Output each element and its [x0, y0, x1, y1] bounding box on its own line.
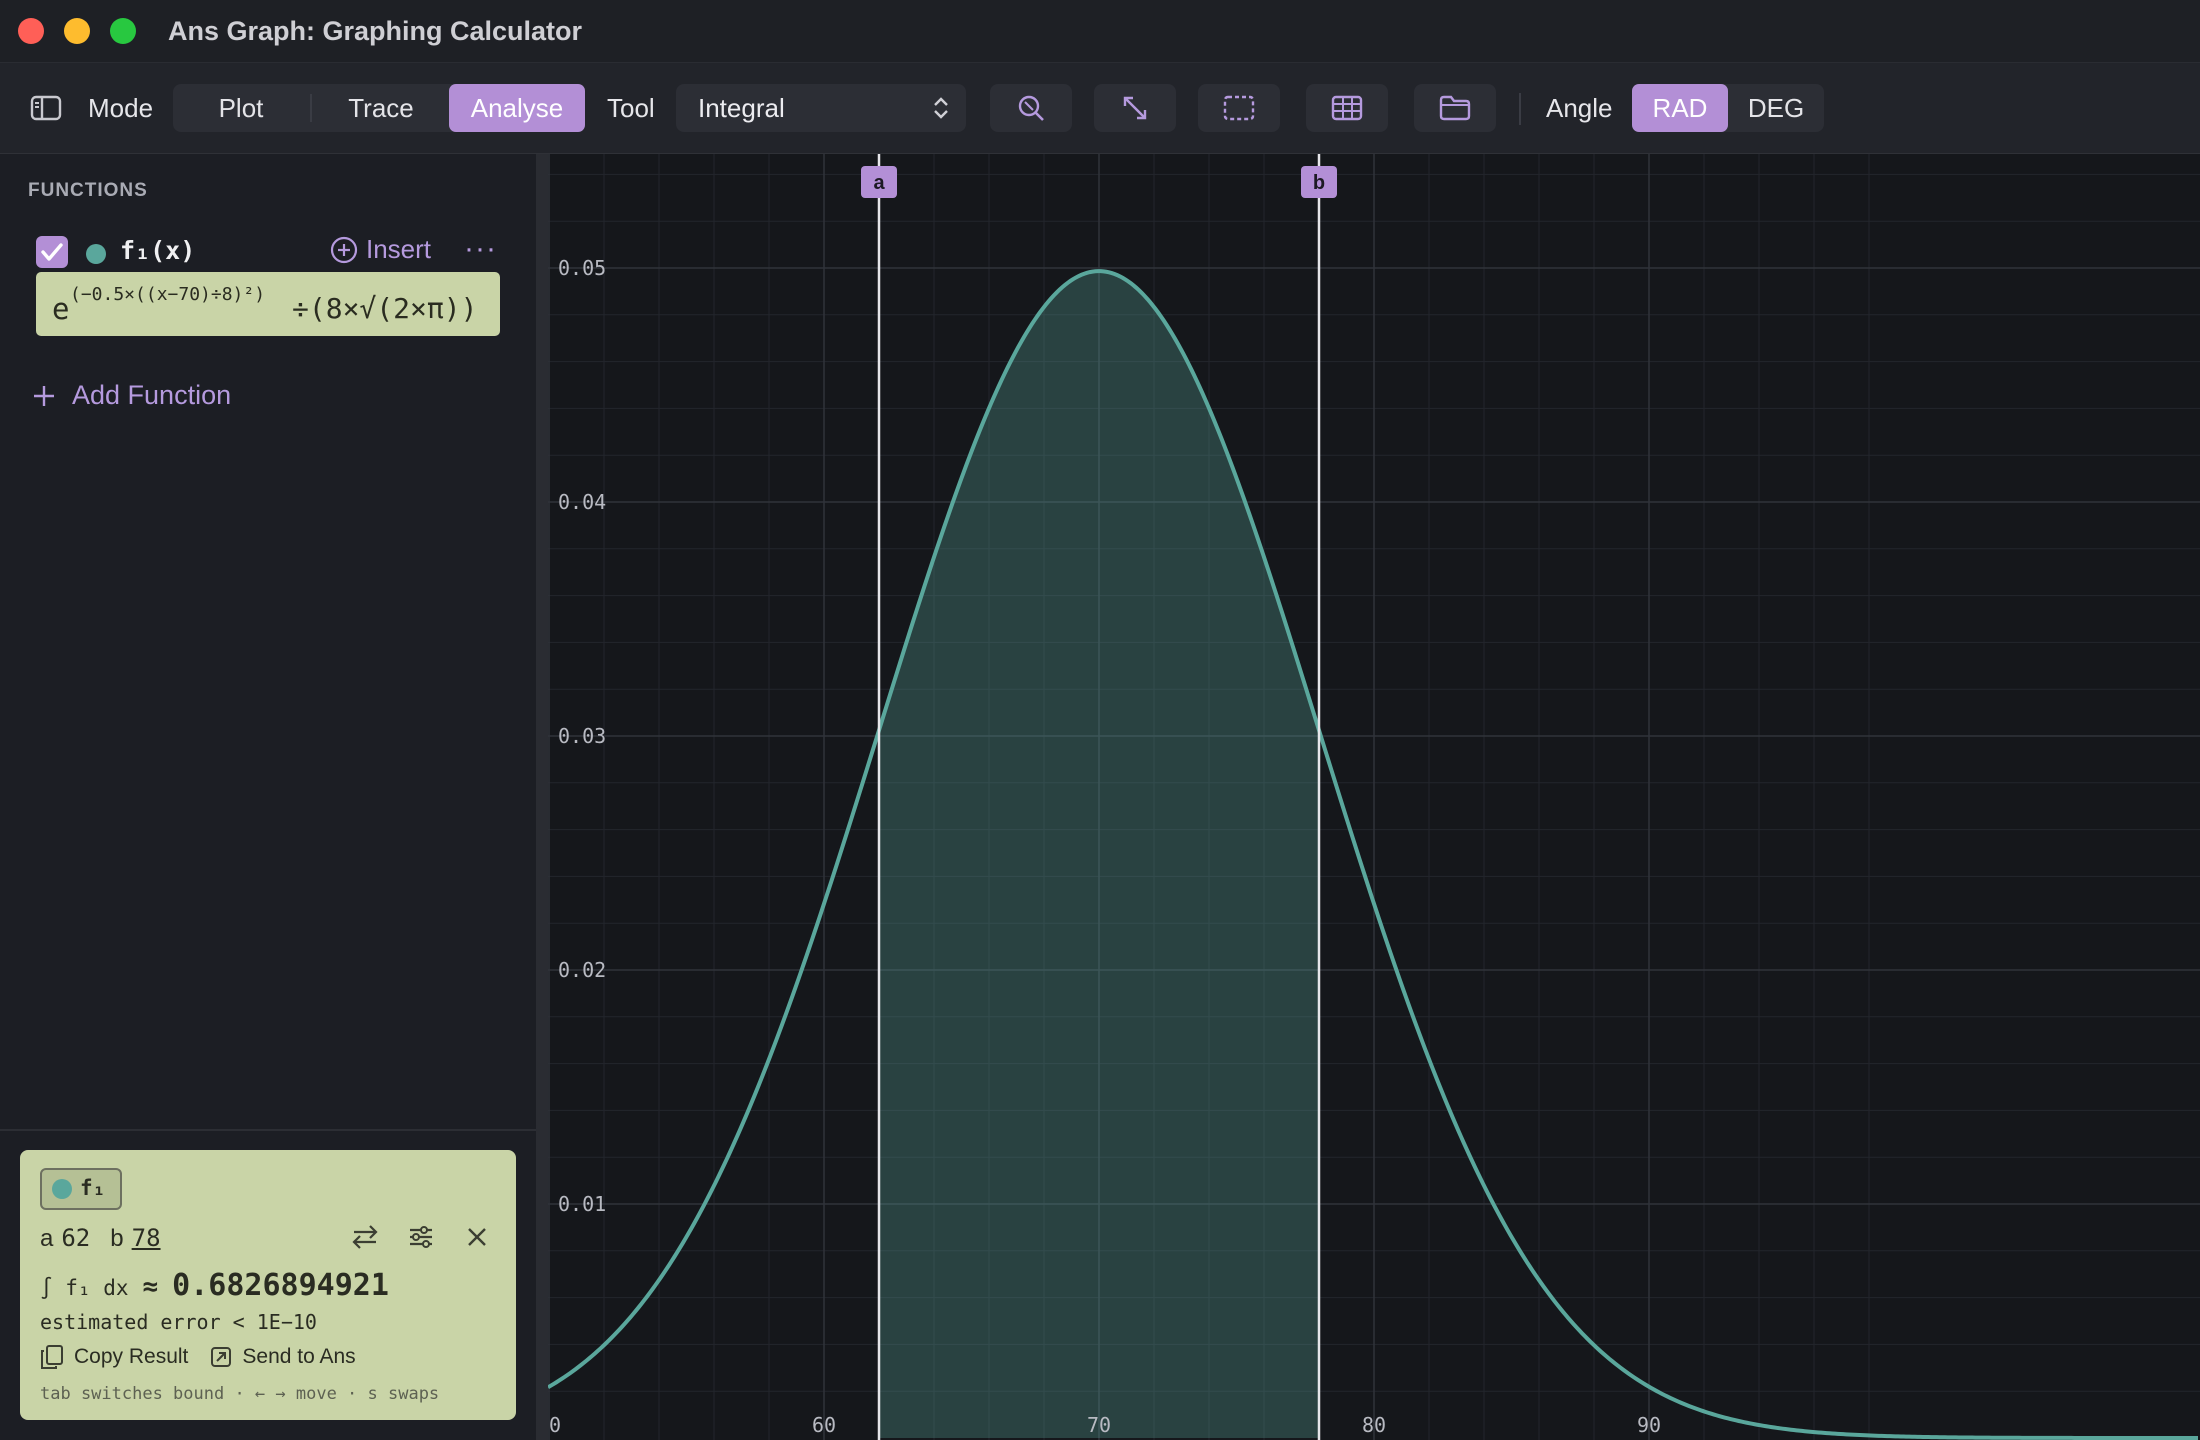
bound-label-b: b	[1313, 172, 1325, 194]
app-window: Ans Graph: Graphing Calculator Mode Plot…	[0, 0, 2200, 1440]
b-label: b	[110, 1225, 124, 1252]
toolbar-divider	[1519, 93, 1521, 125]
send-to-ans-button[interactable]: Send to Ans	[210, 1345, 356, 1369]
functions-heading: FUNCTIONS	[28, 180, 148, 201]
y-tick-label: 0.02	[558, 958, 606, 982]
tool-label: Tool	[607, 92, 655, 123]
sidebar-divider-line	[0, 1129, 536, 1131]
send-arrow-icon	[211, 1347, 232, 1367]
fit-view-button[interactable]	[1094, 84, 1176, 132]
copy-result-button[interactable]: Copy Result	[40, 1344, 188, 1370]
integral-shaded-area	[879, 271, 1319, 1439]
mode-analyse-button[interactable]: Analyse	[449, 84, 585, 132]
insert-button[interactable]: Insert	[330, 234, 431, 265]
expression-exponent: (−0.5×((x−70)÷8)²)	[70, 284, 266, 305]
bounds-row: a 62 b 78	[40, 1224, 161, 1253]
a-value[interactable]: 62	[61, 1224, 90, 1252]
integral-label: ∫ f₁ dx	[40, 1276, 129, 1300]
y-tick-label: 0.05	[558, 256, 606, 280]
close-window-button[interactable]	[18, 18, 44, 44]
result-actions: Copy Result Send to Ans	[40, 1344, 356, 1370]
swap-icon[interactable]	[350, 1222, 380, 1252]
function-chip-label: f₁	[80, 1176, 106, 1200]
a-label: a	[40, 1225, 54, 1252]
mode-segmented-control: Plot Trace Analyse	[173, 84, 585, 132]
title-bar: Ans Graph: Graphing Calculator	[0, 0, 2200, 63]
close-icon[interactable]	[462, 1222, 492, 1252]
plus-circle-icon	[330, 236, 358, 263]
x-tick-label: 60	[812, 1413, 836, 1437]
function-visibility-checkbox[interactable]	[36, 236, 68, 268]
expression-base: e	[52, 292, 70, 326]
x-tick-label: 70	[1087, 1413, 1111, 1437]
mode-label: Mode	[88, 92, 154, 123]
minimize-window-button[interactable]	[64, 18, 90, 44]
select-region-button[interactable]	[1198, 84, 1280, 132]
integral-value: 0.6826894921	[172, 1268, 389, 1303]
angle-rad-button[interactable]: RAD	[1632, 84, 1728, 132]
integral-result-row: ∫ f₁ dx ≈ 0.6826894921	[40, 1268, 389, 1303]
expression-rest: ÷(8×√(2×π))	[292, 292, 478, 325]
up-down-chevron-icon	[934, 97, 948, 119]
insert-label: Insert	[366, 234, 432, 264]
mode-trace-button[interactable]: Trace	[313, 84, 449, 132]
sidebar-resize-handle[interactable]	[536, 154, 548, 1440]
bound-label-a: a	[873, 172, 885, 194]
table-icon	[1331, 95, 1363, 121]
select-region-icon	[1223, 95, 1255, 121]
x-tick-label: 50	[548, 1413, 561, 1437]
window-title: Ans Graph: Graphing Calculator	[168, 16, 583, 46]
add-function-button[interactable]: Add Function	[32, 380, 231, 411]
tool-select-value: Integral	[698, 93, 785, 123]
sidebar-icon	[30, 95, 62, 121]
function-chip[interactable]: f₁	[40, 1168, 122, 1210]
function-row: f₁(x) Insert ···	[36, 232, 506, 272]
integral-result-card: f₁ a 62 b 78 ∫ f₁ dx ≈ 0.6826894921 esti…	[20, 1150, 516, 1420]
x-tick-label: 90	[1637, 1413, 1661, 1437]
folder-icon	[1439, 95, 1471, 121]
zoom-button[interactable]	[990, 84, 1072, 132]
keyboard-hint: tab switches bound · ← → move · s swaps	[40, 1384, 440, 1404]
zoom-icon	[1018, 95, 1044, 121]
angle-deg-button[interactable]: DEG	[1728, 84, 1824, 132]
b-value[interactable]: 78	[132, 1224, 161, 1252]
y-tick-label: 0.04	[558, 490, 606, 514]
function-curve	[548, 269, 2198, 1440]
y-tick-label: 0.03	[558, 724, 606, 748]
plot-svg[interactable]: a b 0.01 0.02 0.03 0.04 0.05 50 60 70 80 90	[548, 154, 2200, 1440]
tool-select[interactable]: Integral	[676, 84, 966, 132]
angle-label: Angle	[1546, 92, 1613, 123]
checkmark-icon	[41, 243, 63, 261]
settings-sliders-icon[interactable]	[406, 1222, 436, 1252]
table-button[interactable]	[1306, 84, 1388, 132]
y-tick-label: 0.01	[558, 1192, 606, 1216]
send-to-ans-label: Send to Ans	[242, 1345, 356, 1368]
segment-divider	[310, 94, 312, 122]
x-tick-label: 80	[1362, 1413, 1386, 1437]
card-icon-group	[350, 1222, 492, 1252]
function-expression-field[interactable]: e (−0.5×((x−70)÷8)²) ÷(8×√(2×π))	[36, 272, 500, 336]
angle-segmented-control: RAD DEG	[1632, 84, 1824, 132]
approx-symbol: ≈	[142, 1272, 159, 1302]
function-name: f₁(x)	[120, 236, 196, 265]
graph-canvas[interactable]: a b 0.01 0.02 0.03 0.04 0.05 50 60 70 80 90	[548, 154, 2200, 1440]
zoom-window-button[interactable]	[110, 18, 136, 44]
function-color-swatch[interactable]	[86, 244, 106, 264]
error-estimate: estimated error < 1E−10	[40, 1310, 317, 1334]
copy-icon	[41, 1345, 63, 1369]
copy-result-label: Copy Result	[74, 1345, 189, 1368]
mode-plot-button[interactable]: Plot	[173, 84, 309, 132]
plus-icon	[34, 385, 54, 406]
toolbar: Mode Plot Trace Analyse Tool Integral An…	[0, 63, 2200, 154]
add-function-label: Add Function	[72, 380, 232, 410]
fit-view-icon	[1123, 96, 1147, 120]
function-color-dot	[52, 1179, 72, 1199]
sidebar-toggle-button[interactable]	[28, 84, 64, 132]
more-options-button[interactable]: ···	[464, 232, 497, 266]
open-file-button[interactable]	[1414, 84, 1496, 132]
